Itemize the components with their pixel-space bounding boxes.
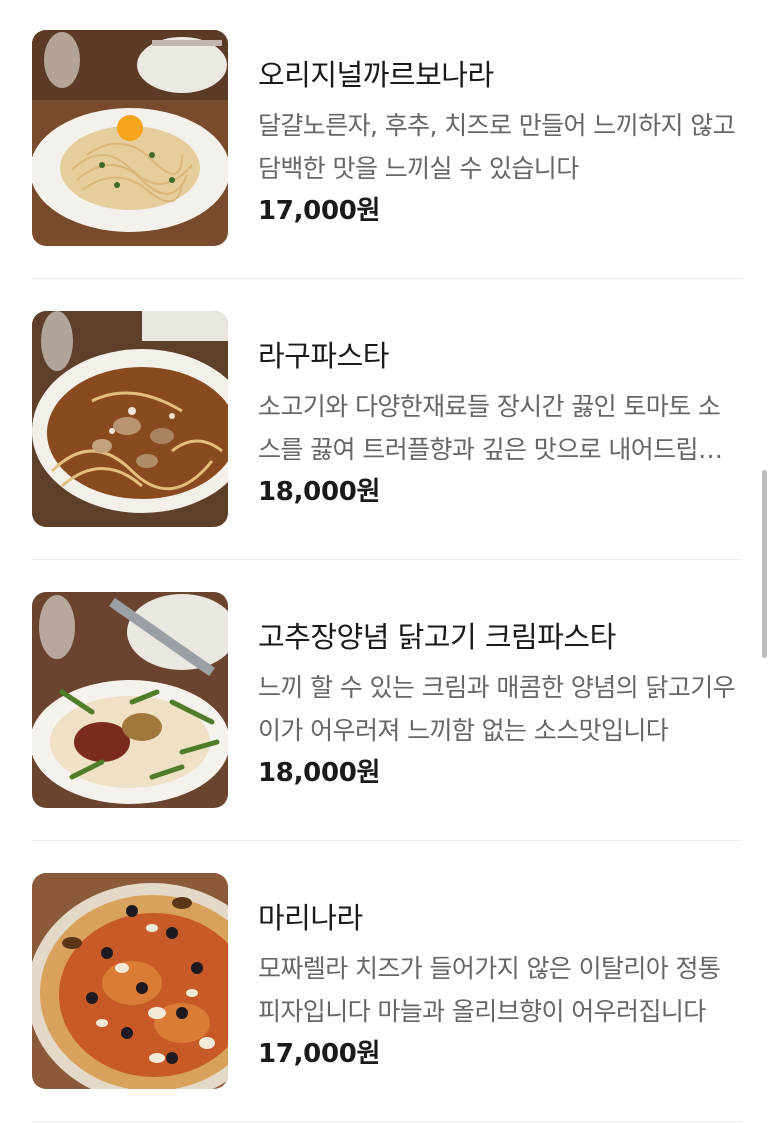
menu-item-description: 달걀노른자, 후추, 치즈로 만들어 느끼하지 않고 담백한 맛을 느끼실 수 … xyxy=(258,111,736,183)
divider xyxy=(32,559,742,560)
marinara-pizza-photo xyxy=(32,873,228,1089)
menu-item-carbonara[interactable]: 오리지널까르보나라 달걀노른자, 후추, 치즈로 만들어 느끼하지 않고 담백한… xyxy=(32,30,742,246)
menu-item-description: 모짜렐라 치즈가 들어가지 않은 이탈리아 정통 피자입니다 마늘과 올리브향이… xyxy=(258,954,721,1026)
ragu-pasta-photo xyxy=(32,311,228,527)
scrollbar[interactable] xyxy=(762,470,767,658)
menu-item-ragu-pasta[interactable]: 라구파스타 소고기와 다양한재료들 장시간 끓인 토마토 소스를 끓여 트러플향… xyxy=(32,311,742,527)
menu-item-price: 17,000원 xyxy=(258,196,381,226)
menu-item-name: 마리나라 xyxy=(258,901,363,935)
menu-list: 오리지널까르보나라 달걀노른자, 후추, 치즈로 만들어 느끼하지 않고 담백한… xyxy=(0,0,773,1123)
menu-item-price: 17,000원 xyxy=(258,1039,381,1069)
menu-item-price: 18,000원 xyxy=(258,477,381,507)
menu-item-gochujang-cream-pasta[interactable]: 고추장양념 닭고기 크림파스타 느끼 할 수 있는 크림과 매콤한 양념의 닭고… xyxy=(32,592,742,808)
divider xyxy=(32,1121,742,1122)
menu-item-description: 소고기와 다양한재료들 장시간 끓인 토마토 소스를 끓여 트러플향과 깊은 맛… xyxy=(258,392,721,464)
divider xyxy=(32,840,742,841)
gochujang-cream-pasta-photo xyxy=(32,592,228,808)
menu-item-name: 라구파스타 xyxy=(258,339,389,373)
menu-item-name: 고추장양념 닭고기 크림파스타 xyxy=(258,620,616,654)
carbonara-photo xyxy=(32,30,228,246)
menu-item-marinara-pizza[interactable]: 마리나라 모짜렐라 치즈가 들어가지 않은 이탈리아 정통 피자입니다 마늘과 … xyxy=(32,873,742,1089)
menu-item-name: 오리지널까르보나라 xyxy=(258,58,494,92)
menu-item-price: 18,000원 xyxy=(258,758,381,788)
divider xyxy=(32,278,742,279)
menu-item-description: 느끼 할 수 있는 크림과 매콤한 양념의 닭고기우이가 어우러져 느끼함 없는… xyxy=(258,673,736,745)
